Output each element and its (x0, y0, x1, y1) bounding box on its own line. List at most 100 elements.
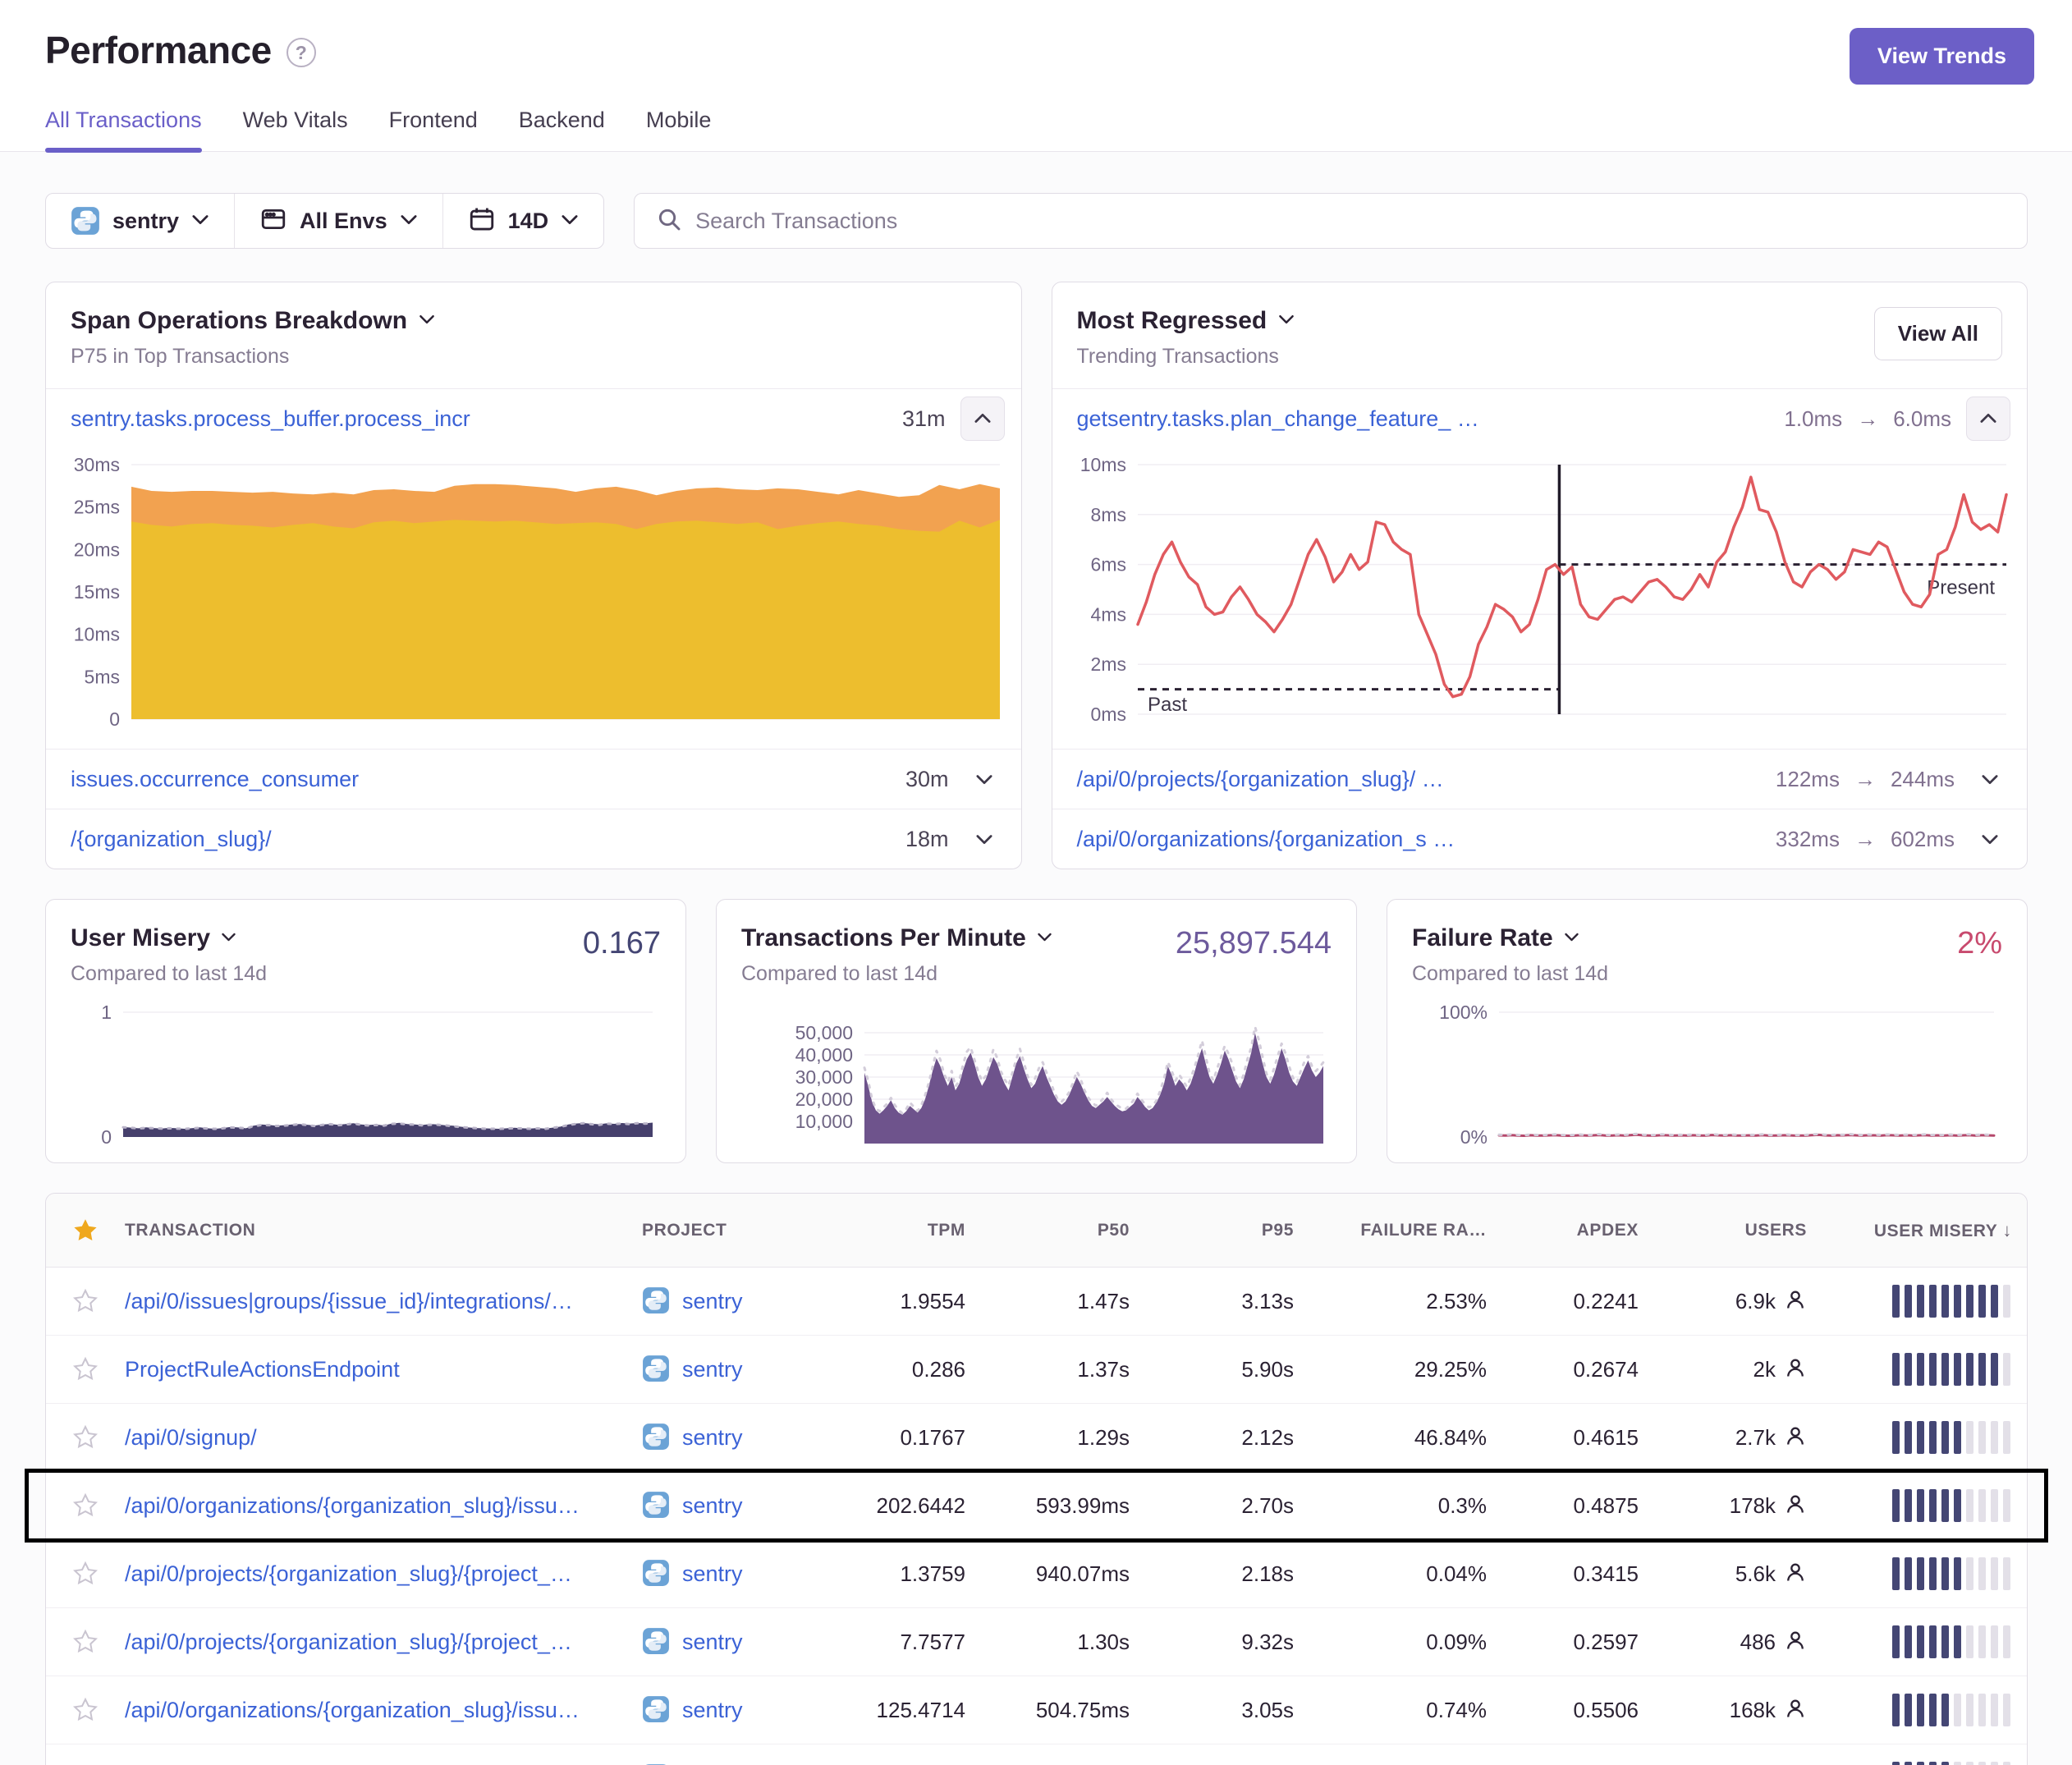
svg-text:10ms: 10ms (74, 624, 120, 645)
view-all-button[interactable]: View All (1874, 307, 2002, 360)
svg-text:0ms: 0ms (1090, 704, 1125, 725)
favorite-star-icon[interactable] (46, 1629, 125, 1655)
span-operations-chart[interactable]: 30ms25ms20ms15ms10ms5ms0 (49, 450, 1015, 742)
transaction-link[interactable]: /api/0/organizations/{organization_slug}… (125, 1493, 642, 1519)
user-misery-title[interactable]: User Misery (71, 924, 267, 952)
tab-backend[interactable]: Backend (519, 108, 605, 151)
col-tpm[interactable]: TPM (839, 1221, 988, 1240)
user-icon (1784, 1288, 1807, 1315)
favorite-star-icon[interactable] (46, 1697, 125, 1723)
performance-page: Performance ? View Trends All Transactio… (0, 0, 2072, 1765)
p95-value: 5.90s (1153, 1357, 1317, 1382)
span-op-link[interactable]: sentry.tasks.process_buffer.process_incr (71, 406, 470, 432)
chevron-down-icon[interactable] (964, 833, 1005, 845)
regression-chart[interactable]: 10ms8ms6ms4ms2ms0msPastPresent (1056, 450, 2021, 742)
col-p50[interactable]: P50 (988, 1221, 1153, 1240)
failure-rate-widget: Failure Rate Compared to last 14d 2% 100… (1387, 899, 2028, 1163)
help-icon[interactable]: ? (287, 38, 316, 67)
tab-mobile[interactable]: Mobile (646, 108, 712, 151)
regressed-transaction-link[interactable]: /api/0/organizations/{organization_s … (1077, 827, 1455, 852)
project-link[interactable]: sentry (682, 1289, 743, 1314)
python-project-icon (642, 1423, 672, 1452)
users-count: 486 (1740, 1630, 1776, 1655)
view-trends-button[interactable]: View Trends (1850, 28, 2034, 85)
calendar-icon (468, 205, 496, 237)
collapse-button[interactable] (960, 397, 1005, 441)
transaction-search[interactable] (634, 193, 2028, 249)
widget-subtitle: Compared to last 14d (71, 962, 267, 986)
regressed-transaction-link[interactable]: getsentry.tasks.plan_change_feature_ … (1077, 406, 1479, 432)
users-count: 2.7k (1735, 1425, 1776, 1451)
table-row (46, 1744, 2027, 1765)
project-link[interactable]: sentry (682, 1561, 743, 1587)
project-filter[interactable]: sentry (46, 194, 235, 248)
col-transaction[interactable]: TRANSACTION (125, 1221, 642, 1240)
project-filter-label: sentry (112, 209, 179, 234)
chevron-down-icon[interactable] (1969, 773, 2010, 785)
users-count: 5.6k (1735, 1561, 1776, 1587)
transaction-link[interactable]: /api/0/projects/{organization_slug}/{pro… (125, 1561, 642, 1587)
widgets-row: User Misery Compared to last 14d 0.167 1… (45, 899, 2028, 1163)
transaction-link[interactable]: /api/0/issues|groups/{issue_id}/integrat… (125, 1289, 642, 1314)
chevron-down-icon[interactable] (964, 773, 1005, 785)
favorite-star-icon[interactable] (46, 1561, 125, 1587)
environment-filter[interactable]: All Envs (235, 194, 443, 248)
svg-text:100%: 100% (1439, 1004, 1488, 1023)
col-user-misery[interactable]: USER MISERY↓ (1830, 1220, 2035, 1241)
tab-web-vitals[interactable]: Web Vitals (243, 108, 348, 151)
tpm-chart[interactable]: 50,00040,00030,00020,00010,000 (741, 1004, 1332, 1152)
failure-rate-title[interactable]: Failure Rate (1412, 924, 1608, 952)
col-project[interactable]: PROJECT (642, 1221, 839, 1240)
search-input[interactable] (695, 209, 2006, 234)
project-link[interactable]: sentry (682, 1630, 743, 1655)
p95-value: 3.05s (1153, 1698, 1317, 1723)
favorite-star-icon[interactable] (46, 1492, 125, 1519)
top-bar: Performance ? View Trends (0, 0, 2072, 85)
project-link[interactable]: sentry (682, 1425, 743, 1451)
date-range-filter[interactable]: 14D (443, 194, 604, 248)
user-misery-value: 0.167 (583, 926, 661, 961)
transaction-link[interactable]: /api/0/projects/{organization_slug}/{pro… (125, 1630, 642, 1655)
span-op-link[interactable]: issues.occurrence_consumer (71, 767, 359, 792)
tab-frontend[interactable]: Frontend (389, 108, 478, 151)
span-panel-title[interactable]: Span Operations Breakdown (71, 307, 435, 335)
p50-value: 1.47s (988, 1289, 1153, 1314)
col-apdex[interactable]: APDEX (1510, 1221, 1662, 1240)
project-link[interactable]: sentry (682, 1698, 743, 1723)
tpm-value: 1.3759 (839, 1561, 988, 1587)
user-misery-chart[interactable]: 10 (71, 1004, 661, 1152)
svg-text:30,000: 30,000 (795, 1066, 853, 1088)
tpm-title[interactable]: Transactions Per Minute (741, 924, 1052, 952)
collapse-button[interactable] (1966, 397, 2010, 441)
favorite-star-icon[interactable] (46, 1424, 125, 1451)
col-users[interactable]: USERS (1662, 1221, 1830, 1240)
p50-value: 1.29s (988, 1425, 1153, 1451)
python-project-icon (642, 1627, 672, 1657)
project-link[interactable]: sentry (682, 1493, 743, 1519)
svg-text:10ms: 10ms (1080, 454, 1125, 475)
svg-text:30ms: 30ms (74, 454, 120, 475)
favorite-star-icon[interactable] (46, 1356, 125, 1382)
col-p95[interactable]: P95 (1153, 1221, 1317, 1240)
transaction-link[interactable]: ProjectRuleActionsEndpoint (125, 1357, 642, 1382)
environment-filter-label: All Envs (300, 209, 387, 234)
user-misery-bar (1830, 1489, 2035, 1522)
failure-rate-chart[interactable]: 100%0% (1412, 1004, 2002, 1152)
svg-text:20ms: 20ms (74, 539, 120, 560)
regressed-panel-title[interactable]: Most Regressed (1077, 307, 1295, 335)
project-link[interactable]: sentry (682, 1357, 743, 1382)
favorite-star-icon[interactable] (46, 1288, 125, 1314)
transaction-link[interactable]: /api/0/signup/ (125, 1425, 642, 1451)
col-failure-rate[interactable]: FAILURE RA… (1317, 1221, 1510, 1240)
python-project-icon (642, 1695, 672, 1725)
tab-all-transactions[interactable]: All Transactions (45, 108, 202, 151)
span-row-collapsed: /{organization_slug}/ 18m (46, 809, 1021, 869)
regressed-transaction-link[interactable]: /api/0/projects/{organization_slug}/ … (1077, 767, 1444, 792)
p50-value: 940.07ms (988, 1561, 1153, 1587)
transaction-link[interactable]: /api/0/organizations/{organization_slug}… (125, 1698, 642, 1723)
chevron-down-icon[interactable] (1969, 833, 2010, 845)
span-op-link[interactable]: /{organization_slug}/ (71, 827, 272, 852)
svg-text:8ms: 8ms (1090, 504, 1125, 525)
star-icon[interactable] (46, 1217, 125, 1245)
table-row: /api/0/issues|groups/{issue_id}/integrat… (46, 1268, 2027, 1336)
